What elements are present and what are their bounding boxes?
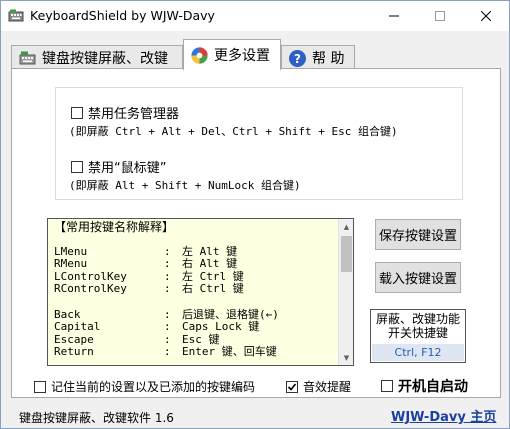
keyboard-icon	[18, 49, 37, 68]
app-window: KeyboardShield by WJW-Davy 键盘按键屏蔽、改键 更多设…	[0, 0, 510, 429]
checkbox-box[interactable]	[34, 380, 46, 393]
checkbox-box[interactable]	[381, 380, 393, 392]
maximize-icon	[435, 11, 445, 21]
disable-mousekeys-description: (即屏蔽 Alt + Shift + NumLock 组合键)	[69, 179, 301, 192]
close-button[interactable]	[463, 1, 509, 31]
scroll-up-icon[interactable]: ▲	[339, 219, 353, 234]
tab-block-remap[interactable]: 键盘按键屏蔽、改键	[11, 45, 183, 70]
minimize-button[interactable]	[371, 1, 417, 31]
list-item: RMenu: 右 Alt 键	[54, 257, 238, 271]
remember-settings-checkbox[interactable]: 记住当前的设置以及已添加的按键编码	[34, 378, 255, 395]
sound-alert-label: 音效提醒	[303, 380, 352, 394]
toggle-hotkey-box[interactable]: 屏蔽、改键功能 开关快捷键 Ctrl, F12	[370, 309, 466, 363]
scroll-down-icon[interactable]: ▼	[339, 350, 353, 365]
maximize-button[interactable]	[417, 1, 463, 31]
disable-mousekeys-checkbox[interactable]: 禁用“鼠标键”	[71, 157, 166, 176]
tab-strip: 键盘按键屏蔽、改键 更多设置 ? 帮 助	[11, 39, 501, 70]
tab-label: 帮 助	[312, 51, 345, 67]
checkbox-checked[interactable]	[286, 380, 298, 393]
save-settings-button[interactable]: 保存按键设置	[375, 219, 461, 250]
list-item: Return: Enter 键、回车键	[54, 345, 277, 359]
disable-taskmgr-description: (即屏蔽 Ctrl + Alt + Del、Ctrl + Shift + Esc…	[69, 125, 398, 138]
close-icon	[481, 11, 491, 21]
checkbox-box[interactable]	[71, 106, 83, 119]
tab-label: 更多设置	[214, 48, 270, 64]
tab-more-settings[interactable]: 更多设置	[183, 39, 281, 70]
checkmark-icon	[287, 382, 297, 391]
startup-checkbox[interactable]: 开机自启动	[381, 376, 468, 396]
disable-taskmgr-label: 禁用任务管理器	[88, 107, 180, 122]
sound-alert-checkbox[interactable]: 音效提醒	[286, 378, 351, 395]
startup-label: 开机自启动	[398, 379, 468, 395]
checkbox-box[interactable]	[71, 160, 83, 173]
tab-help[interactable]: ? 帮 助	[281, 45, 355, 70]
title-bar[interactable]: KeyboardShield by WJW-Davy	[1, 1, 509, 31]
svg-text:?: ?	[294, 52, 301, 66]
toggle-hotkey-title: 屏蔽、改键功能 开关快捷键	[375, 312, 460, 340]
scrollbar-thumb[interactable]	[341, 236, 352, 272]
homepage-link[interactable]: WJW-Davy 主页	[391, 406, 496, 425]
load-settings-button[interactable]: 载入按键设置	[375, 262, 461, 293]
version-text: 键盘按键屏蔽、改键软件 1.6	[19, 411, 174, 425]
tab-label: 键盘按键屏蔽、改键	[42, 51, 168, 67]
disable-mousekeys-label: 禁用“鼠标键”	[88, 161, 167, 176]
minimize-icon	[389, 15, 399, 17]
list-item: RControlKey: 右 Ctrl 键	[54, 282, 244, 296]
disable-taskmgr-checkbox[interactable]: 禁用任务管理器	[71, 103, 179, 122]
toggle-hotkey-value: Ctrl, F12	[372, 344, 464, 361]
color-wheel-icon	[190, 46, 209, 65]
help-icon: ?	[288, 49, 307, 68]
vertical-scrollbar[interactable]: ▲ ▼	[338, 219, 353, 365]
keyboard-app-icon	[8, 9, 24, 23]
window-title: KeyboardShield by WJW-Davy	[30, 8, 215, 23]
key-names-textbox[interactable]: 【常用按键名称解释】 LMenu: 左 Alt 键 RMenu: 右 Alt 键 L…	[47, 218, 354, 366]
list-item: Capital: Caps Lock 键	[54, 320, 260, 334]
key-names-heading: 【常用按键名称解释】	[54, 220, 175, 234]
remember-settings-label: 记住当前的设置以及已添加的按键编码	[51, 380, 256, 394]
